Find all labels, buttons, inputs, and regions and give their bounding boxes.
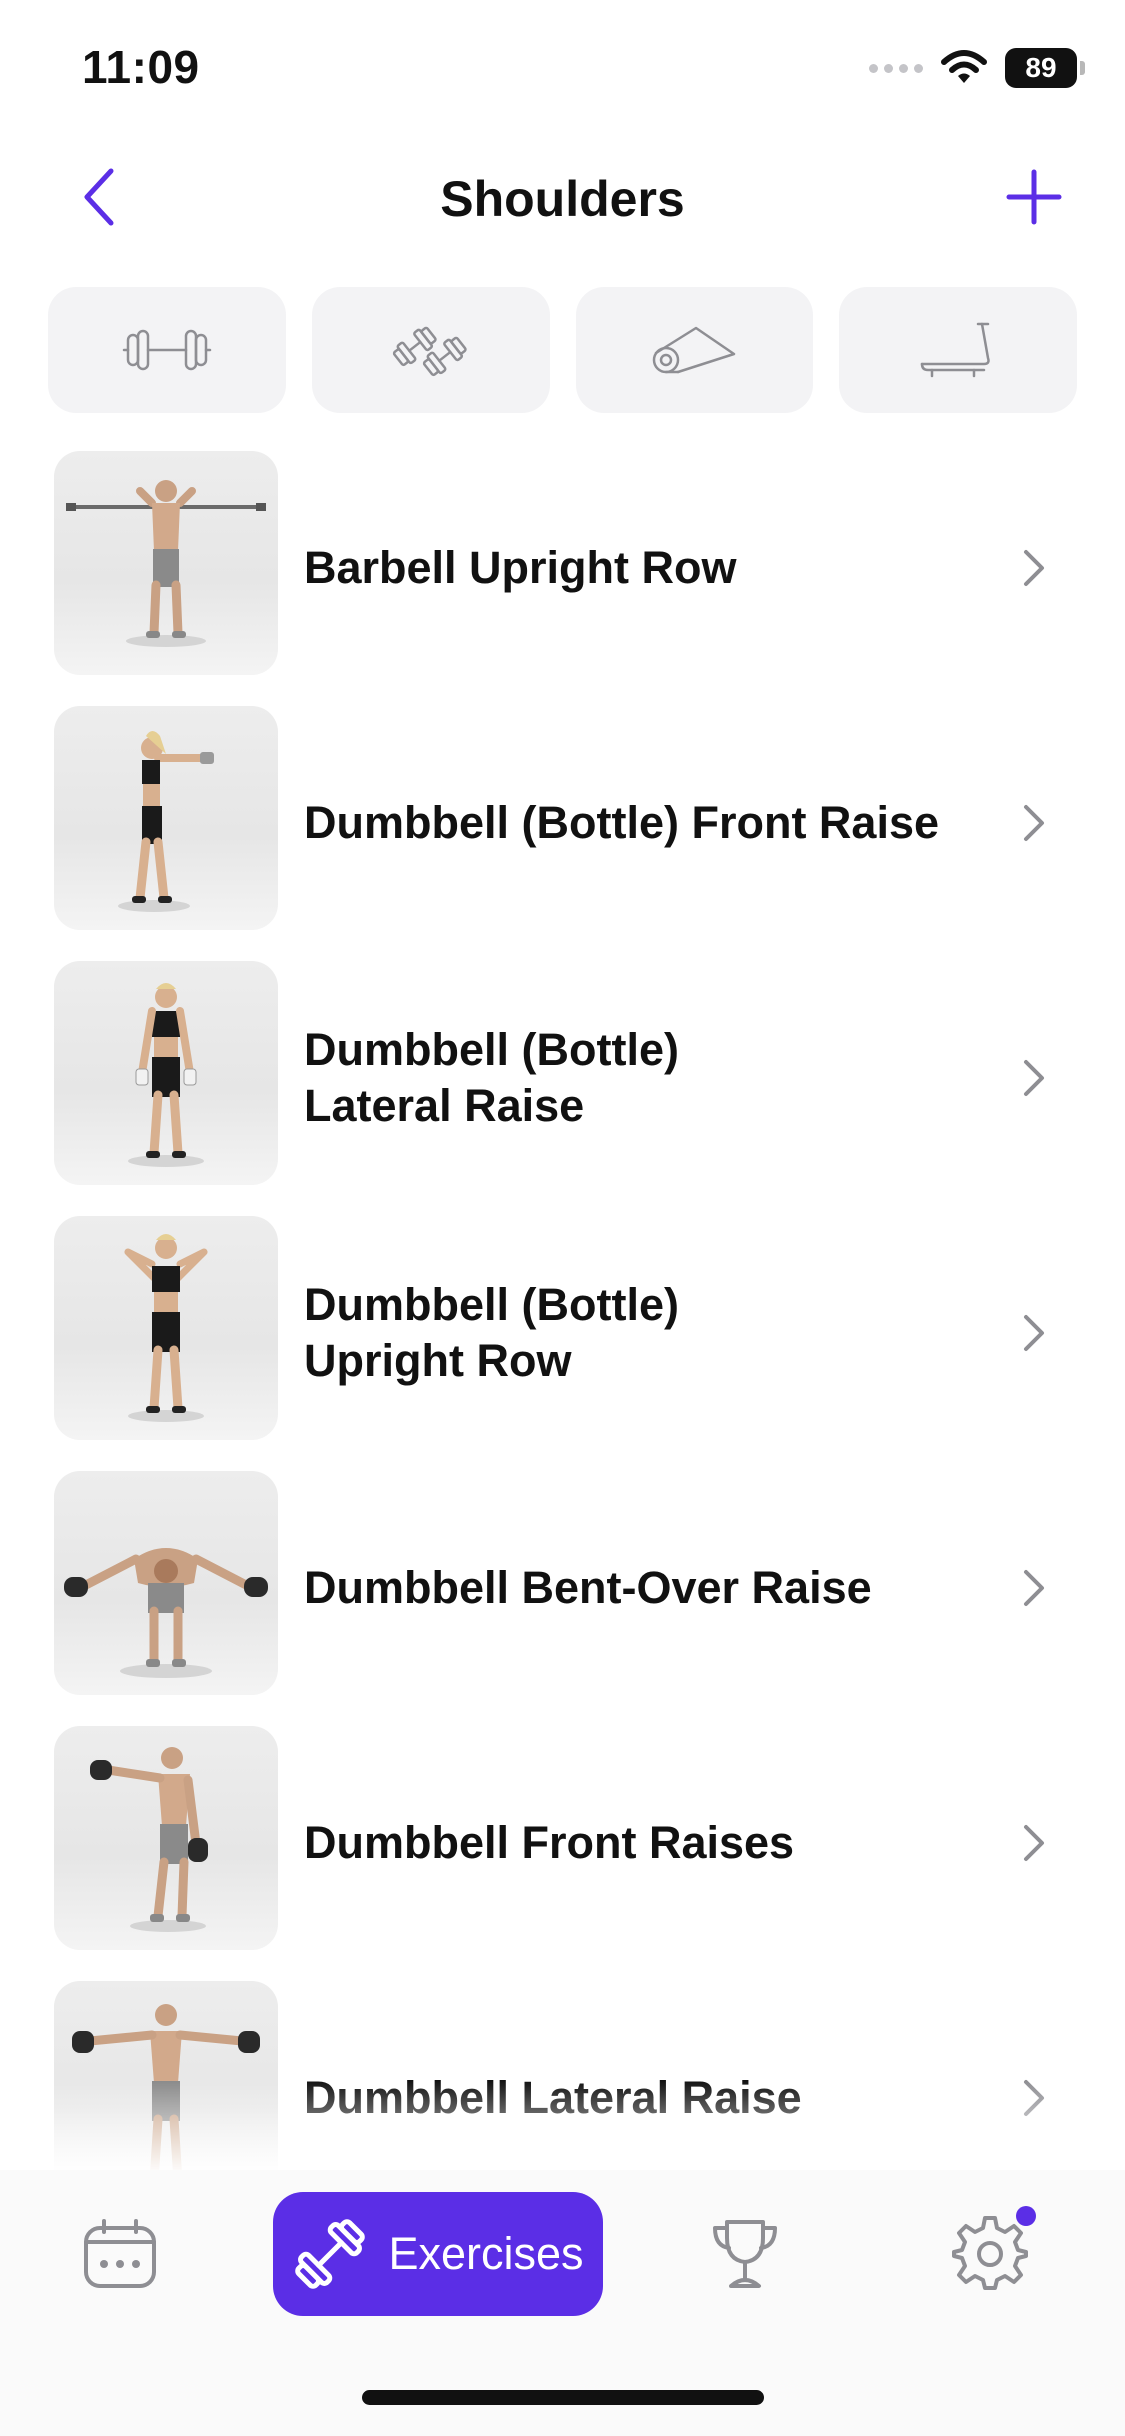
exercise-row[interactable]: Dumbbell (Bottle) Upright Row xyxy=(0,1205,1125,1460)
exercise-name: Dumbbell Bent-Over Raise xyxy=(304,1561,872,1613)
status-time: 11:09 xyxy=(82,41,200,93)
add-exercise-button[interactable] xyxy=(999,162,1069,232)
exercise-thumbnail xyxy=(54,451,278,675)
filter-mat[interactable] xyxy=(575,287,814,413)
exercise-name: Dumbbell (Bottle) Lateral Raise xyxy=(304,1023,679,1131)
chevron-right-icon xyxy=(1024,804,1044,841)
list-fade xyxy=(0,2080,1125,2170)
navigation-bar: Shoulders xyxy=(0,140,1125,260)
tab-calendar[interactable] xyxy=(70,2192,170,2316)
trophy-icon xyxy=(713,2220,777,2288)
filter-treadmill[interactable] xyxy=(839,287,1077,413)
exercise-thumbnail xyxy=(54,961,278,1185)
battery-icon: 89 xyxy=(1005,48,1085,88)
filter-dumbbell[interactable] xyxy=(311,287,550,413)
tab-exercises[interactable]: Exercises xyxy=(273,2192,603,2316)
exercise-name: Dumbbell Front Raises xyxy=(304,1816,795,1868)
tab-bar: Exercises xyxy=(0,2170,1125,2436)
mat-icon xyxy=(653,326,736,374)
exercise-name: Dumbbell (Bottle) Front Raise xyxy=(304,796,940,848)
exercise-thumbnail xyxy=(54,1471,278,1695)
home-indicator xyxy=(362,2390,764,2405)
chevron-right-icon xyxy=(1024,1569,1044,1606)
status-icons: 89 xyxy=(869,46,1085,90)
page-title: Shoulders xyxy=(440,171,685,227)
equipment-filter-row xyxy=(48,287,1077,413)
chevron-right-icon xyxy=(1024,1824,1044,1861)
battery-level: 89 xyxy=(1025,52,1057,83)
exercise-row[interactable]: Barbell Upright Row xyxy=(0,440,1125,695)
exercise-row[interactable]: Dumbbell Front Raises xyxy=(0,1715,1125,1970)
dumbbell-icon xyxy=(295,2219,366,2289)
exercise-thumbnail xyxy=(54,1216,278,1440)
exercise-row[interactable]: Dumbbell (Bottle) Front Raise xyxy=(0,695,1125,950)
plus-icon xyxy=(1006,169,1062,225)
exercise-thumbnail xyxy=(54,706,278,930)
notification-badge xyxy=(1016,2206,1036,2226)
tab-achievements[interactable] xyxy=(695,2192,795,2316)
filter-barbell[interactable] xyxy=(48,287,286,413)
status-bar: 11:09 89 xyxy=(0,0,1125,140)
exercise-list: Barbell Upright Row Dumbbell (Bottle) Fr… xyxy=(0,440,1125,2225)
chevron-right-icon xyxy=(1024,549,1044,586)
barbell-icon xyxy=(122,329,212,371)
chevron-right-icon xyxy=(1024,1314,1044,1351)
exercise-name: Barbell Upright Row xyxy=(304,541,737,593)
calendar-icon xyxy=(84,2219,156,2288)
dumbbell-icon xyxy=(392,326,467,377)
gear-icon xyxy=(952,2216,1028,2290)
cellular-icon xyxy=(869,63,923,73)
treadmill-icon xyxy=(920,322,990,378)
exercise-thumbnail xyxy=(54,1726,278,1950)
tab-exercises-label: Exercises xyxy=(388,2228,584,2279)
tab-settings[interactable] xyxy=(940,2192,1040,2316)
exercise-row[interactable]: Dumbbell Bent-Over Raise xyxy=(0,1460,1125,1715)
exercise-row[interactable]: Dumbbell (Bottle) Lateral Raise xyxy=(0,950,1125,1205)
chevron-right-icon xyxy=(1024,1059,1044,1096)
exercise-name: Dumbbell (Bottle) Upright Row xyxy=(304,1278,679,1386)
wifi-icon xyxy=(941,50,987,83)
